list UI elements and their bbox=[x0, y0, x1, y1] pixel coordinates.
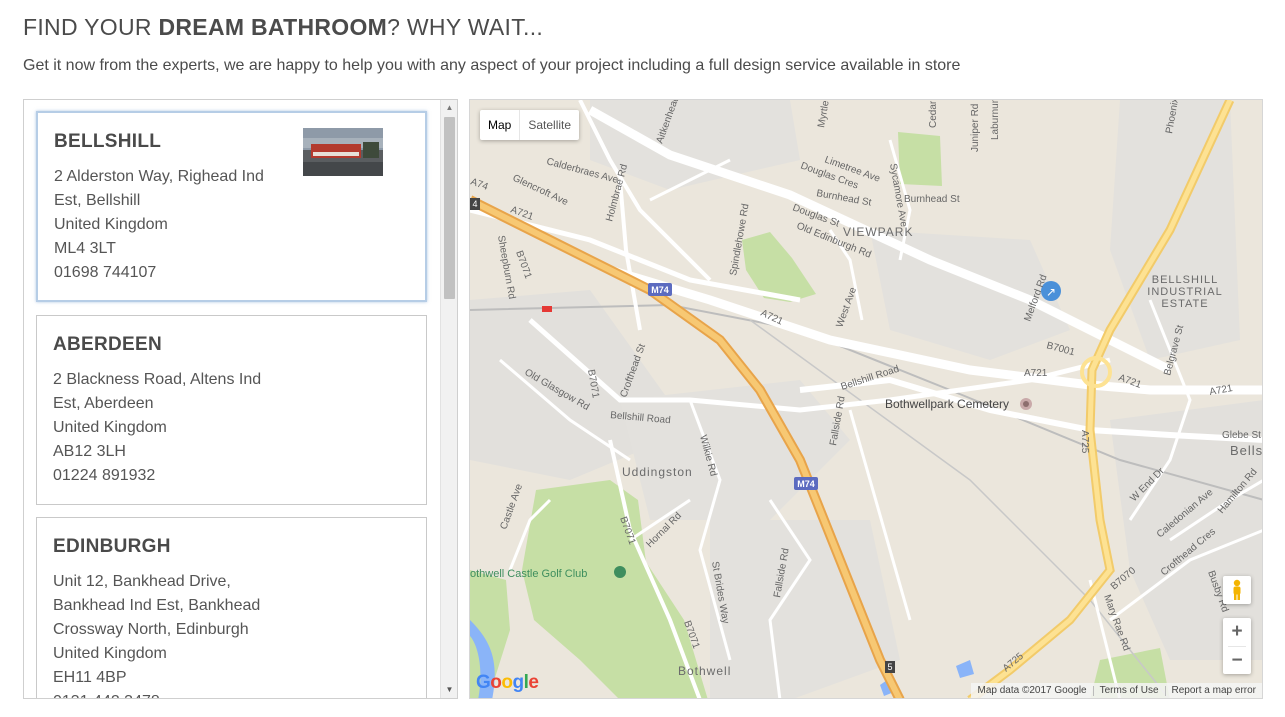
map-label: VIEWPARK bbox=[843, 225, 913, 239]
store-address-line: Est, Aberdeen bbox=[53, 395, 154, 412]
store-map[interactable]: ↗ M74 M74 4 5 VIEWPARK BELLSHILL INDUSTR… bbox=[469, 99, 1263, 699]
store-country: United Kingdom bbox=[54, 216, 168, 233]
map-data-credit: Map data ©2017 Google bbox=[977, 685, 1087, 696]
store-country: United Kingdom bbox=[53, 645, 167, 662]
map-label: Burnhead St bbox=[815, 188, 872, 209]
map-label: M74 bbox=[797, 479, 815, 489]
store-photo bbox=[303, 128, 383, 176]
svg-text:↗: ↗ bbox=[1046, 285, 1056, 299]
map-type-satellite-button[interactable]: Satellite bbox=[520, 110, 579, 140]
map-label: Bothwell bbox=[678, 664, 731, 678]
map-label: Glencroft Ave bbox=[511, 173, 570, 208]
map-label: Laburnum bbox=[990, 100, 1001, 140]
google-logo[interactable]: Google bbox=[476, 672, 539, 694]
page-subtitle: Get it now from the experts, we are happ… bbox=[23, 57, 961, 74]
map-label: M74 bbox=[651, 285, 669, 295]
store-card-bellshill[interactable]: BELLSHILL 2 Alderston Way, Righead Ind E… bbox=[36, 111, 427, 302]
page-title: FIND YOUR DREAM BATHROOM? WHY WAIT... bbox=[23, 14, 543, 41]
store-name: EDINBURGH bbox=[53, 536, 171, 557]
title-suffix: ? WHY WAIT... bbox=[387, 14, 544, 40]
scroll-down-arrow-icon[interactable]: ▼ bbox=[441, 684, 457, 696]
store-address-line: Unit 12, Bankhead Drive, bbox=[53, 573, 231, 590]
map-label: B7071 bbox=[513, 249, 533, 280]
map-label: A74 bbox=[470, 176, 490, 193]
map-label: A721 bbox=[1209, 383, 1234, 398]
map-label: BELLSHILL bbox=[1152, 274, 1218, 286]
scrollbar[interactable]: ▲ ▼ bbox=[440, 100, 457, 698]
map-type-control: Map Satellite bbox=[480, 110, 580, 140]
map-label: 4 bbox=[472, 199, 477, 209]
map-label: A721 bbox=[1024, 368, 1048, 379]
zoom-in-button[interactable]: + bbox=[1223, 618, 1251, 646]
store-phone: 0131 442 3478 bbox=[53, 690, 410, 698]
map-label: 5 bbox=[887, 662, 892, 672]
map-type-map-button[interactable]: Map bbox=[480, 110, 519, 140]
store-phone: 01698 744107 bbox=[54, 264, 157, 281]
title-bold: DREAM BATHROOM bbox=[158, 14, 388, 40]
zoom-control: + − bbox=[1223, 618, 1251, 674]
map-label: B7001 bbox=[1045, 340, 1076, 358]
store-card-edinburgh[interactable]: EDINBURGH Unit 12, Bankhead Drive, Bankh… bbox=[36, 517, 427, 698]
store-address-line: Crossway North, Edinburgh bbox=[53, 621, 249, 638]
store-postcode: ML4 3LT bbox=[54, 240, 116, 257]
store-list[interactable]: BELLSHILL 2 Alderston Way, Righead Ind E… bbox=[24, 100, 441, 698]
store-country: United Kingdom bbox=[53, 419, 167, 436]
map-label: Bellsh bbox=[1230, 443, 1263, 458]
store-address-line: Est, Bellshill bbox=[54, 192, 141, 209]
map-label: Uddingston bbox=[622, 465, 693, 479]
map-label: Castle Ave bbox=[498, 482, 525, 531]
store-list-panel: BELLSHILL 2 Alderston Way, Righead Ind E… bbox=[23, 99, 458, 699]
store-postcode: AB12 3LH bbox=[53, 443, 126, 460]
store-card-aberdeen[interactable]: ABERDEEN 2 Blackness Road, Altens Ind Es… bbox=[36, 315, 427, 505]
store-address-line: Bankhead Ind Est, Bankhead bbox=[53, 597, 261, 614]
map-label: Cedar bbox=[928, 100, 939, 128]
map-label: Burnhead St bbox=[904, 194, 960, 205]
map-label: Glebe St bbox=[1222, 430, 1261, 441]
terms-of-use-link[interactable]: Terms of Use bbox=[1094, 685, 1165, 696]
map-label: INDUSTRIAL bbox=[1147, 286, 1222, 298]
scroll-up-arrow-icon[interactable]: ▲ bbox=[441, 102, 457, 114]
map-label: A725 bbox=[1079, 430, 1090, 454]
store-phone: 01224 891932 bbox=[53, 467, 156, 484]
map-label: othwell Castle Golf Club bbox=[470, 568, 587, 580]
report-map-error-link[interactable]: Report a map error bbox=[1166, 685, 1262, 696]
title-prefix: FIND YOUR bbox=[23, 14, 159, 40]
zoom-out-button[interactable]: − bbox=[1223, 647, 1251, 675]
store-address-line: 2 Blackness Road, Altens Ind bbox=[53, 371, 262, 388]
scroll-thumb[interactable] bbox=[444, 117, 455, 299]
map-label: Juniper Rd bbox=[970, 104, 981, 152]
map-label: Myrtle bbox=[816, 100, 832, 129]
map-label: Sheepburn Rd bbox=[495, 235, 517, 300]
map-canvas[interactable]: ↗ M74 M74 4 5 VIEWPARK BELLSHILL INDUSTR… bbox=[470, 100, 1263, 699]
store-postcode: EH11 4BP bbox=[53, 669, 127, 686]
store-name: ABERDEEN bbox=[53, 334, 163, 355]
map-attribution-bar: Map data ©2017 Google Terms of Use Repor… bbox=[971, 683, 1262, 698]
street-view-pegman-icon[interactable] bbox=[1223, 576, 1251, 604]
map-label: Bothwellpark Cemetery bbox=[885, 397, 1009, 411]
map-label: ESTATE bbox=[1161, 298, 1208, 310]
map-label: West Ave bbox=[834, 286, 859, 330]
